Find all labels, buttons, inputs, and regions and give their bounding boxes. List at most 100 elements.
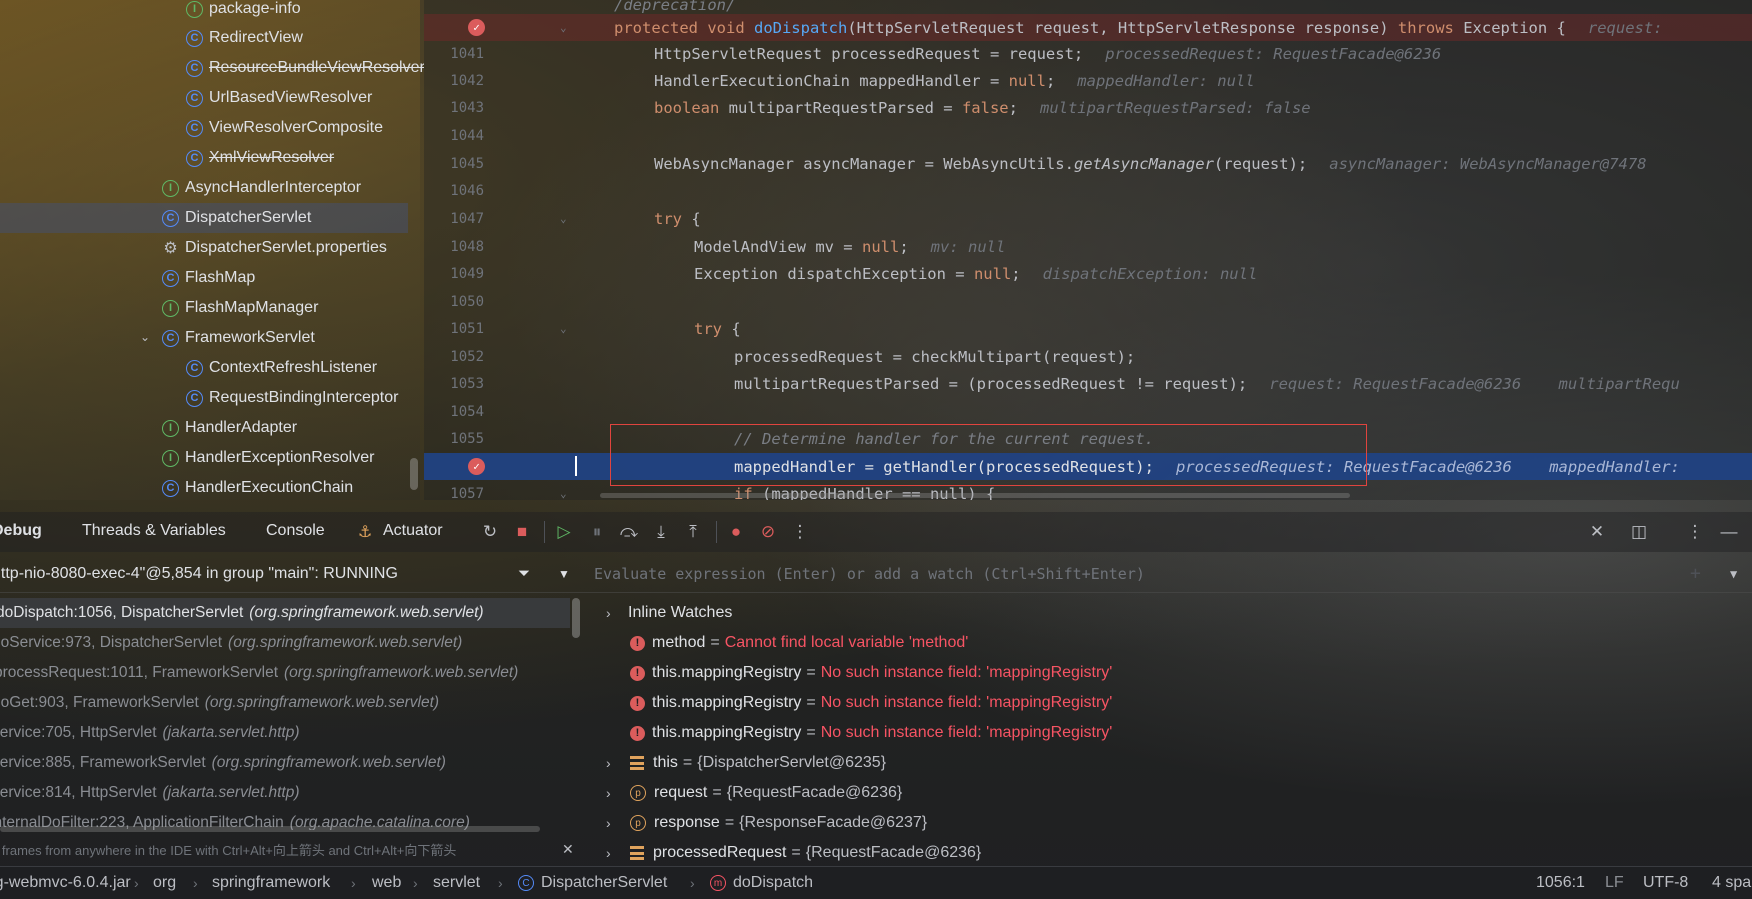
editor-horizontal-scrollbar[interactable] — [600, 493, 1350, 498]
frames-scrollbar[interactable] — [572, 598, 580, 638]
mute-breakpoints-icon[interactable]: ⊘ — [757, 522, 779, 542]
tree-item-flashmap[interactable]: C FlashMap — [162, 263, 255, 293]
breadcrumb-springframework[interactable]: springframework — [212, 874, 330, 892]
frame-row[interactable]: doDispatch:1056, DispatcherServlet (org.s… — [0, 598, 570, 628]
tree-item-package-info[interactable]: Ipackage-info — [186, 0, 301, 24]
code-text: HandlerExecutionChain mappedHandler = — [654, 71, 1009, 90]
watch-row[interactable]: ! this.mappingRegistry = No such instance… — [584, 718, 1112, 748]
step-over-icon[interactable]: ⤼ — [618, 522, 640, 542]
tab-console[interactable]: Console — [266, 522, 325, 540]
fold-icon[interactable]: ⌄ — [560, 322, 567, 335]
tree-item-viewresolvercomposite[interactable]: C ViewResolverComposite — [186, 113, 383, 143]
tab-threads-variables[interactable]: Threads & Variables — [82, 522, 226, 540]
code-line: 1044 — [424, 122, 1752, 149]
resume-icon[interactable]: ▷ — [553, 522, 575, 542]
tab-debug[interactable]: Debug — [0, 522, 42, 540]
frames-horizontal-scrollbar[interactable] — [0, 826, 540, 832]
options-icon[interactable]: ⋮ — [1684, 522, 1706, 542]
pause-icon[interactable]: ⏸ — [586, 522, 608, 542]
tree-item-handlerexecutionchain[interactable]: C HandlerExecutionChain — [162, 473, 353, 500]
code-line: 1051 ⌄ try { — [424, 315, 1752, 342]
frame-method: service:814, HttpServlet — [0, 784, 157, 801]
frame-row[interactable]: service:885, FrameworkServlet (org.spring… — [0, 748, 570, 778]
line-separator[interactable]: LF — [1605, 874, 1624, 892]
chevron-right-icon[interactable]: › — [606, 845, 611, 861]
view-breakpoints-icon[interactable]: ● — [725, 522, 747, 542]
breakpoint-icon[interactable]: ✓ — [468, 19, 485, 36]
breadcrumb-web[interactable]: web — [372, 874, 401, 892]
tree-item-requestbindinginterceptor[interactable]: C RequestBindingInterceptor — [186, 383, 398, 413]
tree-item-dispatcherservlet[interactable]: C DispatcherServlet — [0, 203, 408, 233]
layout-icon[interactable]: ◫ — [1628, 522, 1650, 542]
filter-icon[interactable]: ⏷ — [518, 565, 530, 582]
frame-package: (org.springframework.web.servlet) — [211, 754, 446, 771]
inline-watches-group[interactable]: › Inline Watches — [584, 598, 732, 628]
tree-item-urlbasedviewresolver[interactable]: C UrlBasedViewResolver — [186, 83, 372, 113]
more-icon[interactable]: ⋮ — [789, 522, 811, 542]
frame-row[interactable]: doGet:903, FrameworkServlet (org.springfr… — [0, 688, 570, 718]
tree-item-contextrefreshlistener[interactable]: C ContextRefreshListener — [186, 353, 377, 383]
variable-row[interactable]: › this = {DispatcherServlet@6235} — [584, 748, 886, 778]
close-icon[interactable]: ✕ — [562, 841, 574, 858]
code-text: HttpServletRequest processedRequest = re… — [654, 44, 1084, 63]
breadcrumb-method[interactable]: m doDispatch — [710, 874, 813, 892]
frame-row[interactable]: doService:973, DispatcherServlet (org.spr… — [0, 628, 570, 658]
chevron-right-icon[interactable]: › — [606, 815, 611, 831]
chevron-down-icon[interactable]: ▼ — [558, 567, 570, 581]
frame-row[interactable]: processRequest:1011, FrameworkServlet (or… — [0, 658, 570, 688]
tree-item-resourcebundleviewresolver[interactable]: C ResourceBundleViewResolver — [186, 53, 424, 83]
tree-item-redirectview[interactable]: C RedirectView — [186, 23, 303, 53]
code-keyword: false — [961, 98, 1009, 117]
evaluate-expression-input[interactable]: Evaluate expression (Enter) or add a wat… — [584, 555, 1752, 593]
frame-row[interactable]: service:814, HttpServlet (jakarta.servlet… — [0, 778, 570, 808]
thread-selector[interactable]: http-nio-8080-exec-4"@5,854 in group "ma… — [0, 555, 584, 593]
breakpoint-icon[interactable]: ✓ — [468, 458, 485, 475]
tree-item-flashmapmanager[interactable]: I FlashMapManager — [162, 293, 318, 323]
file-encoding[interactable]: UTF-8 — [1643, 874, 1688, 892]
rerun-icon[interactable]: ↻ — [479, 522, 501, 542]
frame-row[interactable]: service:705, HttpServlet (jakarta.servlet… — [0, 718, 570, 748]
chevron-right-icon: › — [413, 875, 418, 891]
fold-icon[interactable]: ⌄ — [560, 21, 567, 34]
chevron-right-icon[interactable]: › — [606, 605, 611, 621]
fold-icon[interactable]: ⌄ — [560, 487, 567, 500]
add-watch-icon[interactable]: + — [1690, 563, 1701, 584]
stop-icon[interactable]: ■ — [511, 522, 533, 542]
fold-icon[interactable]: ⌄ — [560, 212, 567, 225]
variable-row[interactable]: › p response = {ResponseFacade@6237} — [584, 808, 927, 838]
line-number: 1041 — [450, 45, 484, 62]
tree-item-dispatcherservlet-properties[interactable]: ⚙ DispatcherServlet.properties — [162, 233, 387, 263]
indent-setting[interactable]: 4 spa — [1712, 874, 1751, 892]
chevron-down-icon[interactable]: ▼ — [1730, 567, 1737, 581]
variable-row[interactable]: › processedRequest = {RequestFacade@6236} — [584, 838, 981, 866]
tree-item-frameworkservlet[interactable]: C FrameworkServlet — [162, 323, 315, 353]
chevron-right-icon[interactable]: › — [606, 785, 611, 801]
variable-row[interactable]: › p request = {RequestFacade@6236} — [584, 778, 902, 808]
watch-row[interactable]: ! this.mappingRegistry = No such instance… — [584, 688, 1112, 718]
breadcrumb-class[interactable]: C DispatcherServlet — [518, 874, 667, 892]
chevron-right-icon[interactable]: › — [606, 755, 611, 771]
var-name: this — [653, 754, 678, 771]
var-name: Inline Watches — [628, 604, 733, 621]
tree-item-xmlviewresolver[interactable]: C XmlViewResolver — [186, 143, 334, 173]
var-error-value: Cannot find local variable 'method' — [724, 634, 969, 651]
tree-scrollbar[interactable] — [410, 458, 418, 490]
code-line: 1043 boolean multipartRequestParsed = fa… — [424, 94, 1752, 121]
tab-actuator[interactable]: Actuator — [383, 522, 443, 540]
minimize-icon[interactable]: — — [1718, 522, 1740, 542]
watch-row[interactable]: ! this.mappingRegistry = No such instance… — [584, 658, 1112, 688]
step-out-icon[interactable]: ⤒ — [682, 522, 704, 542]
breadcrumb-org[interactable]: org — [153, 874, 176, 892]
close-icon[interactable]: ✕ — [1586, 522, 1608, 542]
breadcrumb-jar[interactable]: spring-webmvc-6.0.4.jar — [0, 874, 131, 892]
chevron-down-icon[interactable]: ⌄ — [140, 330, 150, 344]
breadcrumb-servlet[interactable]: servlet — [433, 874, 480, 892]
tree-item-handlerexceptionresolver[interactable]: I HandlerExceptionResolver — [162, 443, 374, 473]
tree-item-handleradapter[interactable]: I HandlerAdapter — [162, 413, 297, 443]
line-number: 1050 — [450, 293, 484, 310]
caret-position[interactable]: 1056:1 — [1536, 874, 1585, 892]
watch-row[interactable]: ! method = Cannot find local variable 'me… — [584, 628, 968, 658]
step-into-icon[interactable]: ⤓ — [650, 522, 672, 542]
class-icon: C — [186, 389, 203, 407]
tree-item-asynchandlerinterceptor[interactable]: I AsyncHandlerInterceptor — [162, 173, 361, 203]
